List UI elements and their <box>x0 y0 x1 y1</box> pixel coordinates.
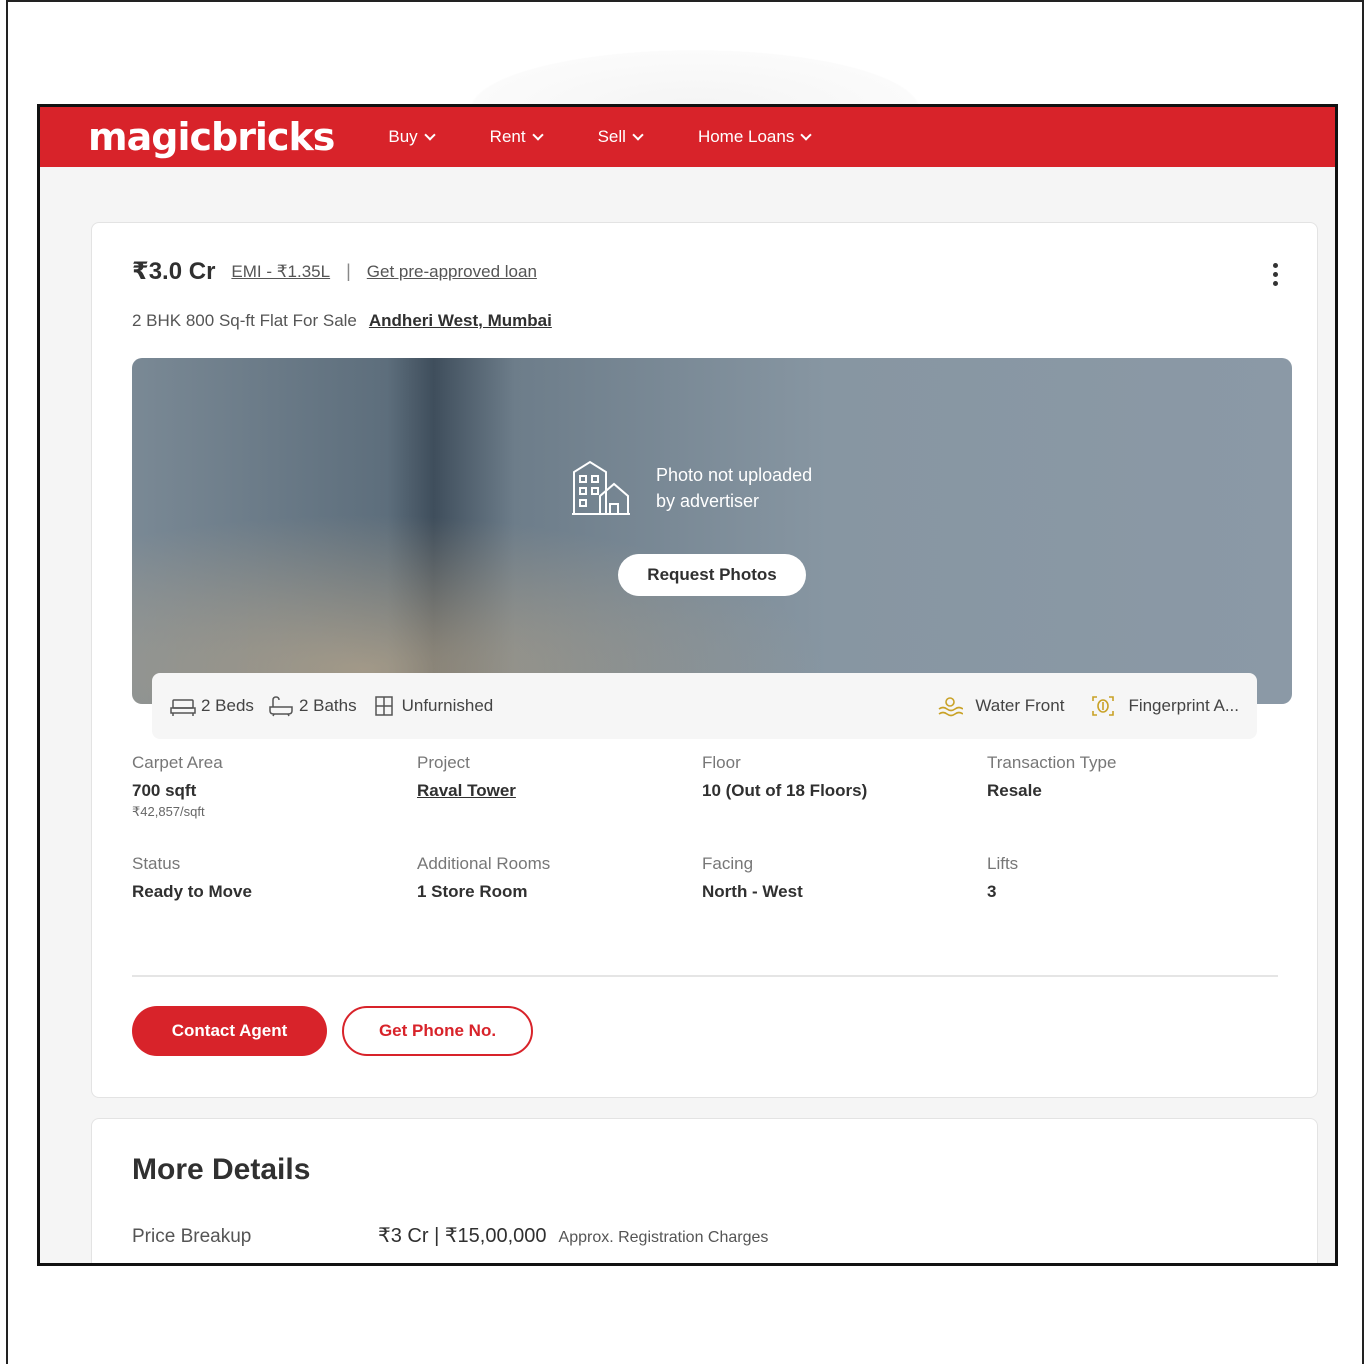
spec-label: Additional Rooms <box>417 854 551 873</box>
spec-value: 3 <box>987 882 997 901</box>
spec-row: Status Ready to Move Additional Rooms 1 … <box>132 854 1272 902</box>
registration-charges-note: Approx. Registration Charges <box>558 1229 769 1246</box>
amenity-baths: 2 Baths <box>268 695 357 717</box>
nav-sell-label: Sell <box>597 127 626 146</box>
chevron-down-icon <box>800 129 813 141</box>
spec-label: Floor <box>702 753 741 772</box>
amenities-bar: 2 Beds 2 Baths Unfurnished Water Front F… <box>152 673 1257 739</box>
get-phone-button[interactable]: Get Phone No. <box>342 1006 533 1056</box>
property-type: 2 BHK 800 Sq-ft Flat For Sale <box>132 311 357 330</box>
spec-label: Lifts <box>987 854 1019 873</box>
nav-home-loans[interactable]: Home Loans <box>697 127 813 147</box>
furnishing-icon <box>374 696 393 716</box>
building-icon <box>572 460 630 515</box>
amenity-beds: 2 Beds <box>170 695 254 717</box>
beds-label: 2 Beds <box>201 696 254 715</box>
spec-lifts: Lifts 3 <box>987 854 1272 902</box>
chevron-down-icon <box>632 129 644 141</box>
pre-approved-loan-link[interactable]: Get pre-approved loan <box>367 262 537 282</box>
spec-value: 1 Store Room <box>417 882 528 901</box>
nav-sell[interactable]: Sell <box>597 127 644 147</box>
spec-additional-rooms: Additional Rooms 1 Store Room <box>417 854 702 902</box>
more-details-card: More Details Price Breakup ₹3 Cr | ₹15,0… <box>91 1118 1318 1263</box>
spec-label: Status <box>132 854 181 873</box>
nav-buy-label: Buy <box>388 127 418 146</box>
price-breakup-label: Price Breakup <box>132 1226 252 1247</box>
property-card: ₹3.0 Cr EMI - ₹1.35L | Get pre-approved … <box>91 222 1318 1098</box>
kebab-dot <box>1273 272 1278 277</box>
spec-status: Status Ready to Move <box>132 854 417 902</box>
price-separator: | <box>346 261 351 281</box>
spec-value: North - West <box>702 882 803 901</box>
spec-value: Ready to Move <box>132 882 252 901</box>
property-subtitle: 2 BHK 800 Sq-ft Flat For Sale Andheri We… <box>132 311 552 331</box>
water-front-icon <box>938 697 964 717</box>
spec-row: Carpet Area 700 sqft ₹42,857/sqft Projec… <box>132 753 1272 820</box>
chevron-down-icon <box>424 129 436 141</box>
water-front-label: Water Front <box>975 696 1065 715</box>
top-navbar: magicbricks Buy Rent Sell Home Loans <box>40 107 1335 167</box>
fingerprint-icon <box>1092 696 1115 716</box>
photo-text-line1: Photo not uploaded <box>656 465 813 485</box>
baths-label: 2 Baths <box>298 696 357 715</box>
more-details-title: More Details <box>132 1153 311 1186</box>
amenity-water-front: Water Front <box>937 695 1064 717</box>
contact-agent-button[interactable]: Contact Agent <box>132 1006 327 1056</box>
kebab-dot <box>1273 281 1278 286</box>
spec-carpet-area: Carpet Area 700 sqft ₹42,857/sqft <box>132 753 417 820</box>
amenity-fingerprint: Fingerprint A... <box>1090 695 1239 717</box>
spec-facing: Facing North - West <box>702 854 987 902</box>
spec-floor: Floor 10 (Out of 18 Floors) <box>702 753 987 820</box>
spec-transaction-type: Transaction Type Resale <box>987 753 1272 820</box>
bath-icon <box>269 696 293 717</box>
amenity-furnishing: Unfurnished <box>371 695 494 717</box>
spec-label: Facing <box>702 854 754 873</box>
bed-icon <box>170 699 196 716</box>
spec-label: Transaction Type <box>987 753 1117 772</box>
photo-not-uploaded-text: Photo not uploaded by advertiser <box>656 462 856 514</box>
spec-label: Carpet Area <box>132 753 223 772</box>
magicbricks-logo[interactable]: magicbricks <box>88 115 335 159</box>
divider <box>132 975 1278 977</box>
amenities-right: Water Front Fingerprint A... <box>937 695 1239 717</box>
nav-rent[interactable]: Rent <box>489 127 544 147</box>
photo-text-line2: by advertiser <box>656 491 760 511</box>
spec-value: 10 (Out of 18 Floors) <box>702 781 868 800</box>
chevron-down-icon <box>531 129 544 141</box>
locality-link[interactable]: Andheri West, Mumbai <box>369 311 552 331</box>
photo-message: Photo not uploaded by advertiser <box>570 458 856 518</box>
project-link[interactable]: Raval Tower <box>417 781 702 801</box>
spec-price-per-sqft: ₹42,857/sqft <box>132 804 205 819</box>
property-specs: Carpet Area 700 sqft ₹42,857/sqft Projec… <box>132 753 1272 936</box>
browser-screen: magicbricks Buy Rent Sell Home Loans ₹3.… <box>37 104 1338 1266</box>
spec-value: Resale <box>987 781 1042 800</box>
property-photo-placeholder: Photo not uploaded by advertiser Request… <box>132 358 1292 704</box>
spec-project: Project Raval Tower <box>417 753 702 820</box>
nav-home-loans-label: Home Loans <box>697 127 795 146</box>
price-breakup-row: Price Breakup ₹3 Cr | ₹15,00,000 Approx.… <box>132 1223 768 1248</box>
emi-link[interactable]: EMI - ₹1.35L <box>231 262 330 282</box>
price-row: ₹3.0 Cr EMI - ₹1.35L | Get pre-approved … <box>132 257 537 286</box>
spec-label: Project <box>417 753 470 772</box>
property-price: ₹3.0 Cr <box>132 258 216 285</box>
nav-buy[interactable]: Buy <box>388 127 436 147</box>
price-breakup-value: ₹3 Cr | ₹15,00,000 <box>378 1225 547 1247</box>
more-options-icon[interactable] <box>1273 263 1279 286</box>
request-photos-button[interactable]: Request Photos <box>618 554 806 596</box>
nav-rent-label: Rent <box>489 127 526 146</box>
furnishing-label: Unfurnished <box>401 696 494 715</box>
kebab-dot <box>1273 263 1278 268</box>
fingerprint-label: Fingerprint A... <box>1128 696 1239 715</box>
spec-value: 700 sqft <box>132 781 197 800</box>
